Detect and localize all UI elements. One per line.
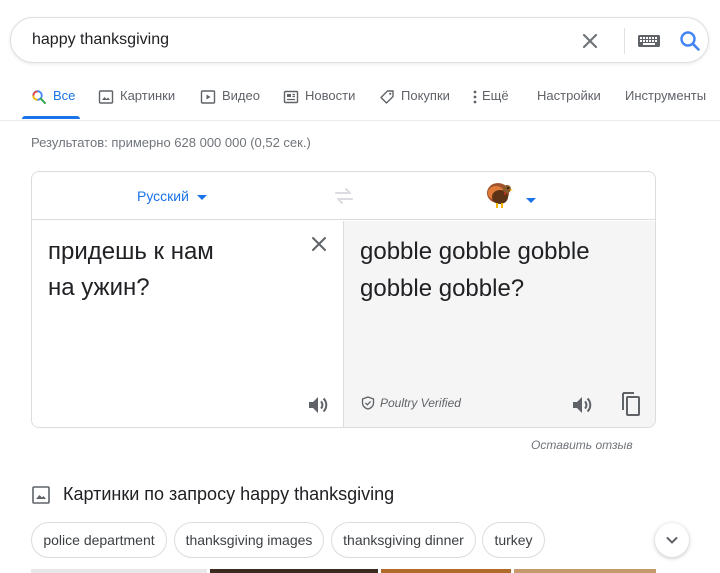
tab-label: Инструменты xyxy=(625,88,707,103)
tab-images[interactable]: Картинки xyxy=(98,88,175,118)
tab-video[interactable]: Видео xyxy=(200,88,260,118)
chevron-down-icon xyxy=(526,197,536,203)
image-icon xyxy=(32,485,50,504)
close-icon xyxy=(582,33,598,49)
chip-label: turkey xyxy=(494,532,533,548)
chip-thanksgiving-images[interactable]: thanksgiving images xyxy=(174,522,324,558)
shield-check-icon xyxy=(361,396,375,410)
listen-source-button[interactable] xyxy=(306,393,330,417)
swap-languages-button[interactable] xyxy=(332,186,356,206)
translated-text: gobble gobble gobble gobble gobble? xyxy=(360,238,590,302)
search-tabs: Все Картинки Видео Новости Покупки Ещё Н… xyxy=(0,80,720,120)
tab-all[interactable]: Все xyxy=(31,88,75,118)
chevron-down-icon xyxy=(666,537,678,544)
image-thumbnail[interactable] xyxy=(210,569,378,573)
chip-turkey[interactable]: turkey xyxy=(482,522,545,558)
copy-icon xyxy=(622,392,640,416)
chip-thanksgiving-dinner[interactable]: thanksgiving dinner xyxy=(331,522,476,558)
chip-label: thanksgiving images xyxy=(185,532,313,548)
tab-label: Все xyxy=(53,88,76,103)
images-heading-text: Картинки по запросу happy thanksgiving xyxy=(63,484,395,504)
keyboard-button[interactable] xyxy=(637,30,661,52)
news-icon xyxy=(283,90,299,104)
tab-label: Картинки xyxy=(120,88,176,103)
chip-police-department[interactable]: police department xyxy=(31,522,167,558)
tab-tools[interactable]: Инструменты xyxy=(625,88,706,118)
tab-settings[interactable]: Настройки xyxy=(537,88,601,118)
active-tab-indicator xyxy=(22,116,80,119)
source-language-label: Русский xyxy=(137,188,189,204)
translate-language-bar: Русский xyxy=(32,172,655,220)
source-language-select[interactable]: Русский xyxy=(137,188,207,204)
video-icon xyxy=(200,90,216,104)
close-icon xyxy=(312,237,326,251)
search-icon xyxy=(32,90,46,104)
clear-source-button[interactable] xyxy=(308,233,330,255)
source-text[interactable]: придешь к нам на ужин? xyxy=(48,234,298,306)
more-vert-icon xyxy=(473,90,477,104)
source-text-pane[interactable]: придешь к нам на ужин? xyxy=(32,221,343,427)
tab-label: Настройки xyxy=(537,88,601,103)
swap-icon xyxy=(335,188,353,204)
image-thumbnail[interactable] xyxy=(514,569,656,573)
tag-icon xyxy=(380,90,394,104)
search-bar[interactable] xyxy=(10,17,709,63)
result-stats: Результатов: примерно 628 000 000 (0,52 … xyxy=(31,135,311,150)
tab-label: Покупки xyxy=(401,88,450,103)
image-icon xyxy=(98,90,114,104)
search-input[interactable] xyxy=(32,31,552,49)
keyboard-icon xyxy=(638,35,660,47)
tab-shopping[interactable]: Покупки xyxy=(379,88,450,118)
verified-badge: Poultry Verified xyxy=(361,396,461,410)
image-thumbnail[interactable] xyxy=(31,569,207,573)
tab-news[interactable]: Новости xyxy=(283,88,355,118)
chips-next-button[interactable] xyxy=(655,523,689,557)
target-language-select[interactable] xyxy=(484,179,536,211)
speaker-icon xyxy=(309,397,328,413)
image-thumbnail[interactable] xyxy=(381,569,511,573)
feedback-link[interactable]: Оставить отзыв xyxy=(531,438,633,452)
clear-search-button[interactable] xyxy=(577,28,603,54)
tabs-divider xyxy=(0,120,720,121)
tab-label: Новости xyxy=(305,88,356,103)
target-text-pane: gobble gobble gobble gobble gobble? Poul… xyxy=(343,221,655,427)
tab-label: Ещё xyxy=(482,88,509,103)
speaker-icon xyxy=(573,397,592,413)
listen-translation-button[interactable] xyxy=(570,393,594,417)
translate-card: Русский придешь к нам на ужин? gobble go… xyxy=(31,171,656,428)
chevron-down-icon xyxy=(196,194,207,200)
search-bar-divider xyxy=(624,28,625,54)
images-section-heading[interactable]: Картинки по запросу happy thanksgiving xyxy=(31,484,394,505)
tab-label: Видео xyxy=(222,88,260,103)
search-button[interactable] xyxy=(677,28,703,54)
verified-label: Poultry Verified xyxy=(380,396,461,410)
turkey-icon xyxy=(487,183,513,208)
copy-translation-button[interactable] xyxy=(619,390,643,418)
chip-label: thanksgiving dinner xyxy=(343,532,464,548)
chip-label: police department xyxy=(43,532,155,548)
search-icon xyxy=(680,31,700,51)
tab-more[interactable]: Ещё xyxy=(470,88,509,118)
